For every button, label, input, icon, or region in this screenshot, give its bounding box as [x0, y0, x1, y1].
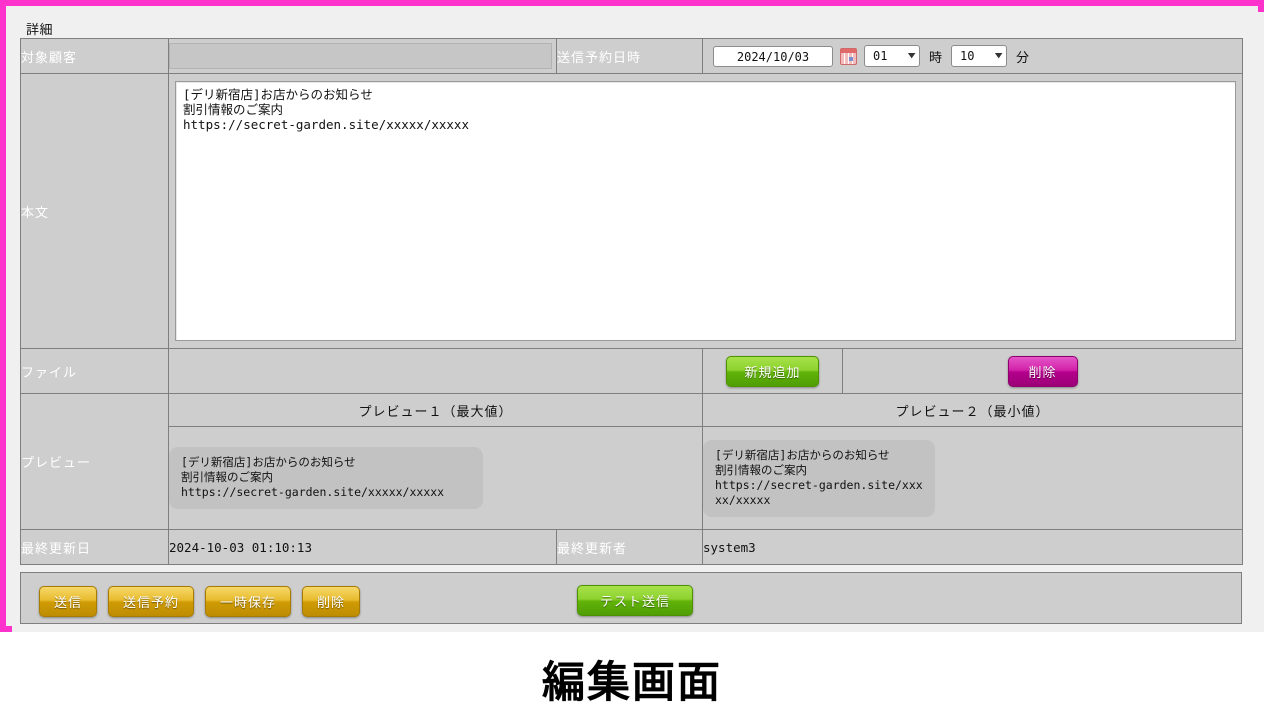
highlighted-screen-frame: 詳細 対象顧客 送信予約日時 2024/10/03 01 ▼ 時 10 ▼ 分 …	[0, 0, 1264, 632]
footer-secondary-actions: テスト送信	[577, 585, 694, 616]
chevron-down-icon: ▼	[907, 51, 916, 61]
row-preview-headers: プレビュー プレビュー１（最大値） プレビュー２（最小値）	[20, 393, 1244, 530]
preview-2-bubble: [デリ新宿店]お店からのお知らせ 割引情報のご案内 https://secret…	[703, 439, 935, 517]
minute-unit-label: 分	[1016, 50, 1030, 66]
add-file-button[interactable]: 新規追加	[726, 355, 819, 387]
action-footer-bar: 送信 送信予約 一時保存 削除 テスト送信	[20, 572, 1242, 624]
cell-schedule-datetime: 2024/10/03 01 ▼ 時 10 ▼ 分	[701, 38, 1244, 74]
schedule-minute-select[interactable]: 10 ▼	[951, 45, 1008, 67]
cell-file-delete: 削除	[841, 348, 1244, 394]
temp-save-button[interactable]: 一時保存	[205, 586, 292, 617]
row-preview-content: [デリ新宿店]お店からのお知らせ 割引情報のご案内 https://secret…	[21, 426, 1244, 530]
figure-caption: 編集画面	[542, 658, 722, 708]
schedule-date-input[interactable]: 2024/10/03	[713, 45, 833, 67]
delete-file-button[interactable]: 削除	[1007, 355, 1078, 387]
row-body: 本文 [デリ新宿店]お店からのお知らせ 割引情報のご案内 https://sec…	[20, 73, 1244, 349]
preview-1-header: プレビュー１（最大値）	[168, 393, 703, 427]
label-last-updated-date: 最終更新日	[20, 529, 169, 565]
schedule-send-button[interactable]: 送信予約	[108, 586, 195, 617]
cell-preview-1: [デリ新宿店]お店からのお知らせ 割引情報のご案内 https://secret…	[168, 426, 703, 530]
label-preview: プレビュー	[20, 393, 169, 530]
delete-button[interactable]: 削除	[302, 586, 361, 617]
target-customer-field[interactable]	[169, 43, 552, 69]
cell-preview-2: [デリ新宿店]お店からのお知らせ 割引情報のご案内 https://secret…	[701, 426, 1244, 530]
footer-primary-actions: 送信 送信予約 一時保存 削除	[39, 586, 361, 617]
test-send-button[interactable]: テスト送信	[577, 585, 694, 616]
cell-file-list	[168, 348, 703, 394]
label-schedule-datetime: 送信予約日時	[556, 38, 703, 74]
value-last-updated-date: 2024-10-03 01:10:13	[168, 529, 557, 565]
detail-panel: 詳細 対象顧客 送信予約日時 2024/10/03 01 ▼ 時 10 ▼ 分 …	[12, 12, 1264, 632]
preview-2-header: プレビュー２（最小値）	[701, 393, 1244, 427]
send-button[interactable]: 送信	[39, 586, 98, 617]
schedule-hour-value: 01	[873, 49, 888, 63]
schedule-hour-select[interactable]: 01 ▼	[864, 45, 920, 67]
panel-title: 詳細	[26, 23, 54, 38]
row-target-customer: 対象顧客 送信予約日時 2024/10/03 01 ▼ 時 10 ▼ 分	[20, 38, 1244, 74]
label-target-customer: 対象顧客	[20, 38, 169, 74]
body-textarea[interactable]: [デリ新宿店]お店からのお知らせ 割引情報のご案内 https://secret…	[175, 81, 1237, 341]
label-body: 本文	[20, 73, 169, 349]
row-file: ファイル 新規追加 削除	[20, 348, 1244, 394]
cell-target-customer-value[interactable]	[168, 38, 557, 74]
hour-unit-label: 時	[929, 50, 943, 66]
cell-file-add: 新規追加	[702, 348, 843, 394]
calendar-icon[interactable]	[840, 47, 857, 65]
label-file: ファイル	[20, 348, 169, 394]
value-last-updated-user: system3	[701, 529, 1244, 565]
cell-body: [デリ新宿店]お店からのお知らせ 割引情報のご案内 https://secret…	[167, 73, 1244, 349]
schedule-minute-value: 10	[960, 49, 975, 63]
chevron-down-icon: ▼	[994, 51, 1003, 61]
preview-1-bubble: [デリ新宿店]お店からのお知らせ 割引情報のご案内 https://secret…	[169, 447, 483, 509]
row-last-updated: 最終更新日 2024-10-03 01:10:13 最終更新者 system3	[20, 529, 1244, 565]
label-last-updated-user: 最終更新者	[556, 529, 703, 565]
detail-table: 対象顧客 送信予約日時 2024/10/03 01 ▼ 時 10 ▼ 分 本文 …	[20, 38, 1244, 565]
